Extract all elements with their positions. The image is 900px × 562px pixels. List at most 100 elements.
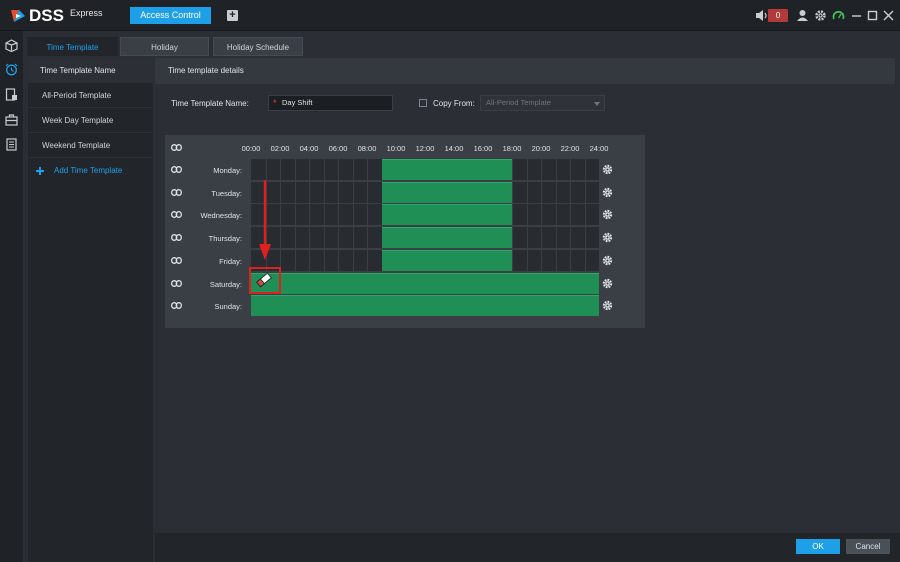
day-label: Thursday: [208, 234, 242, 244]
hour-gridline [309, 204, 310, 226]
link-day-icon[interactable] [171, 256, 182, 264]
hour-gridline [323, 181, 325, 203]
time-template-list: Time Template Name All-Period Template W… [28, 58, 153, 562]
day-timeline-track[interactable] [251, 181, 599, 203]
hour-gridline [338, 204, 339, 226]
add-module-button[interactable]: + [227, 10, 238, 21]
hour-tick-label: 12:00 [415, 144, 435, 153]
hour-gridline [352, 249, 354, 271]
hour-gridline [280, 181, 281, 203]
plus-icon [36, 166, 44, 175]
day-label: Tuesday: [211, 188, 242, 198]
copy-from-label: Copy From: [433, 99, 475, 108]
link-day-icon[interactable] [171, 234, 182, 242]
time-period-segment[interactable] [381, 159, 512, 180]
day-timeline-track[interactable] [251, 159, 599, 180]
day-settings-gear-icon[interactable] [602, 209, 613, 220]
list-item-week-day[interactable]: Week Day Template [28, 108, 153, 133]
day-settings-gear-icon[interactable] [602, 300, 613, 311]
time-period-segment[interactable] [251, 295, 599, 317]
copy-from-select[interactable]: All-Period Template [480, 95, 605, 111]
door-lock-icon[interactable] [5, 88, 18, 101]
speaker-icon[interactable] [755, 9, 768, 22]
day-timeline-track[interactable] [251, 272, 599, 294]
tab-time-template[interactable]: Time Template [27, 37, 118, 56]
link-day-icon[interactable] [171, 166, 182, 173]
day-timeline-track[interactable] [251, 204, 599, 226]
hour-gridline [570, 181, 571, 203]
hour-gridline [352, 159, 354, 180]
alarm-clock-icon[interactable] [5, 63, 18, 76]
tab-holiday[interactable]: Holiday [120, 37, 209, 56]
briefcase-icon[interactable] [5, 113, 18, 126]
minimize-icon[interactable] [850, 9, 863, 22]
hour-gridline [512, 181, 513, 203]
day-settings-gear-icon[interactable] [602, 232, 613, 243]
time-period-segment[interactable] [381, 249, 512, 271]
ok-button[interactable]: OK [796, 539, 840, 554]
hour-gridline [541, 204, 542, 226]
eraser-cursor-icon [256, 272, 272, 288]
time-period-segment[interactable] [381, 204, 512, 226]
hour-gridline [526, 227, 528, 249]
day-timeline-track[interactable] [251, 227, 599, 249]
hour-gridline [280, 227, 281, 249]
time-period-segment[interactable] [251, 272, 599, 294]
link-day-icon[interactable] [171, 302, 182, 310]
list-item-weekend[interactable]: Weekend Template [28, 133, 153, 158]
hour-gridline [309, 249, 310, 271]
cancel-button[interactable]: Cancel [846, 539, 890, 554]
brand-edition: Express [69, 8, 103, 18]
link-day-icon[interactable] [171, 188, 182, 196]
hour-gridline [367, 204, 368, 226]
day-settings-gear-icon[interactable] [602, 187, 613, 198]
day-settings-gear-icon[interactable] [602, 255, 613, 266]
maximize-icon[interactable] [866, 9, 879, 22]
add-time-template-button[interactable]: Add Time Template [28, 158, 153, 183]
hour-gridline [541, 249, 542, 271]
copy-from-checkbox[interactable] [419, 99, 427, 107]
hour-gridline [555, 159, 557, 180]
alarm-count-badge[interactable]: 0 [768, 9, 788, 22]
hour-gridline [512, 204, 513, 226]
hour-gridline [309, 181, 310, 203]
settings-gear-icon[interactable] [814, 9, 827, 22]
hour-gridline [526, 249, 528, 271]
hour-gridline [555, 249, 557, 271]
link-all-icon[interactable] [171, 144, 182, 151]
chevron-down-icon [594, 102, 600, 106]
link-day-icon[interactable] [171, 279, 182, 287]
hour-gridline [570, 159, 571, 180]
hour-tick-label: 00:00 [241, 144, 261, 153]
list-item-all-period[interactable]: All-Period Template [28, 83, 153, 108]
module-tab-access-control[interactable]: Access Control [130, 7, 211, 24]
day-settings-gear-icon[interactable] [602, 278, 613, 289]
day-settings-gear-icon[interactable] [602, 164, 613, 175]
link-day-icon[interactable] [171, 211, 182, 219]
close-icon[interactable] [882, 9, 895, 22]
hour-gridline [338, 181, 339, 203]
hour-tick-label: 14:00 [444, 144, 464, 153]
time-period-segment[interactable] [381, 181, 512, 203]
hour-gridline [294, 249, 296, 271]
hour-gridline [352, 227, 354, 249]
tab-holiday-schedule[interactable]: Holiday Schedule [213, 37, 303, 56]
hour-gridline [323, 249, 325, 271]
hour-tick-label: 06:00 [328, 144, 348, 153]
hour-gridline [367, 249, 368, 271]
template-name-value: Day Shift [282, 98, 313, 107]
details-header: Time template details [155, 58, 895, 84]
home-cube-icon[interactable] [5, 39, 18, 52]
day-timeline-track[interactable] [251, 295, 599, 317]
hour-gridline [294, 159, 296, 180]
report-list-icon[interactable] [5, 138, 18, 151]
time-period-segment[interactable] [381, 227, 512, 249]
user-icon[interactable] [796, 9, 809, 22]
day-label: Sunday: [214, 302, 242, 312]
performance-gauge-icon[interactable] [832, 9, 845, 22]
hour-gridline [323, 159, 325, 180]
hour-gridline [570, 227, 571, 249]
day-timeline-track[interactable] [251, 249, 599, 271]
copy-from-value: All-Period Template [486, 98, 551, 107]
template-name-input[interactable]: * Day Shift [268, 95, 393, 111]
